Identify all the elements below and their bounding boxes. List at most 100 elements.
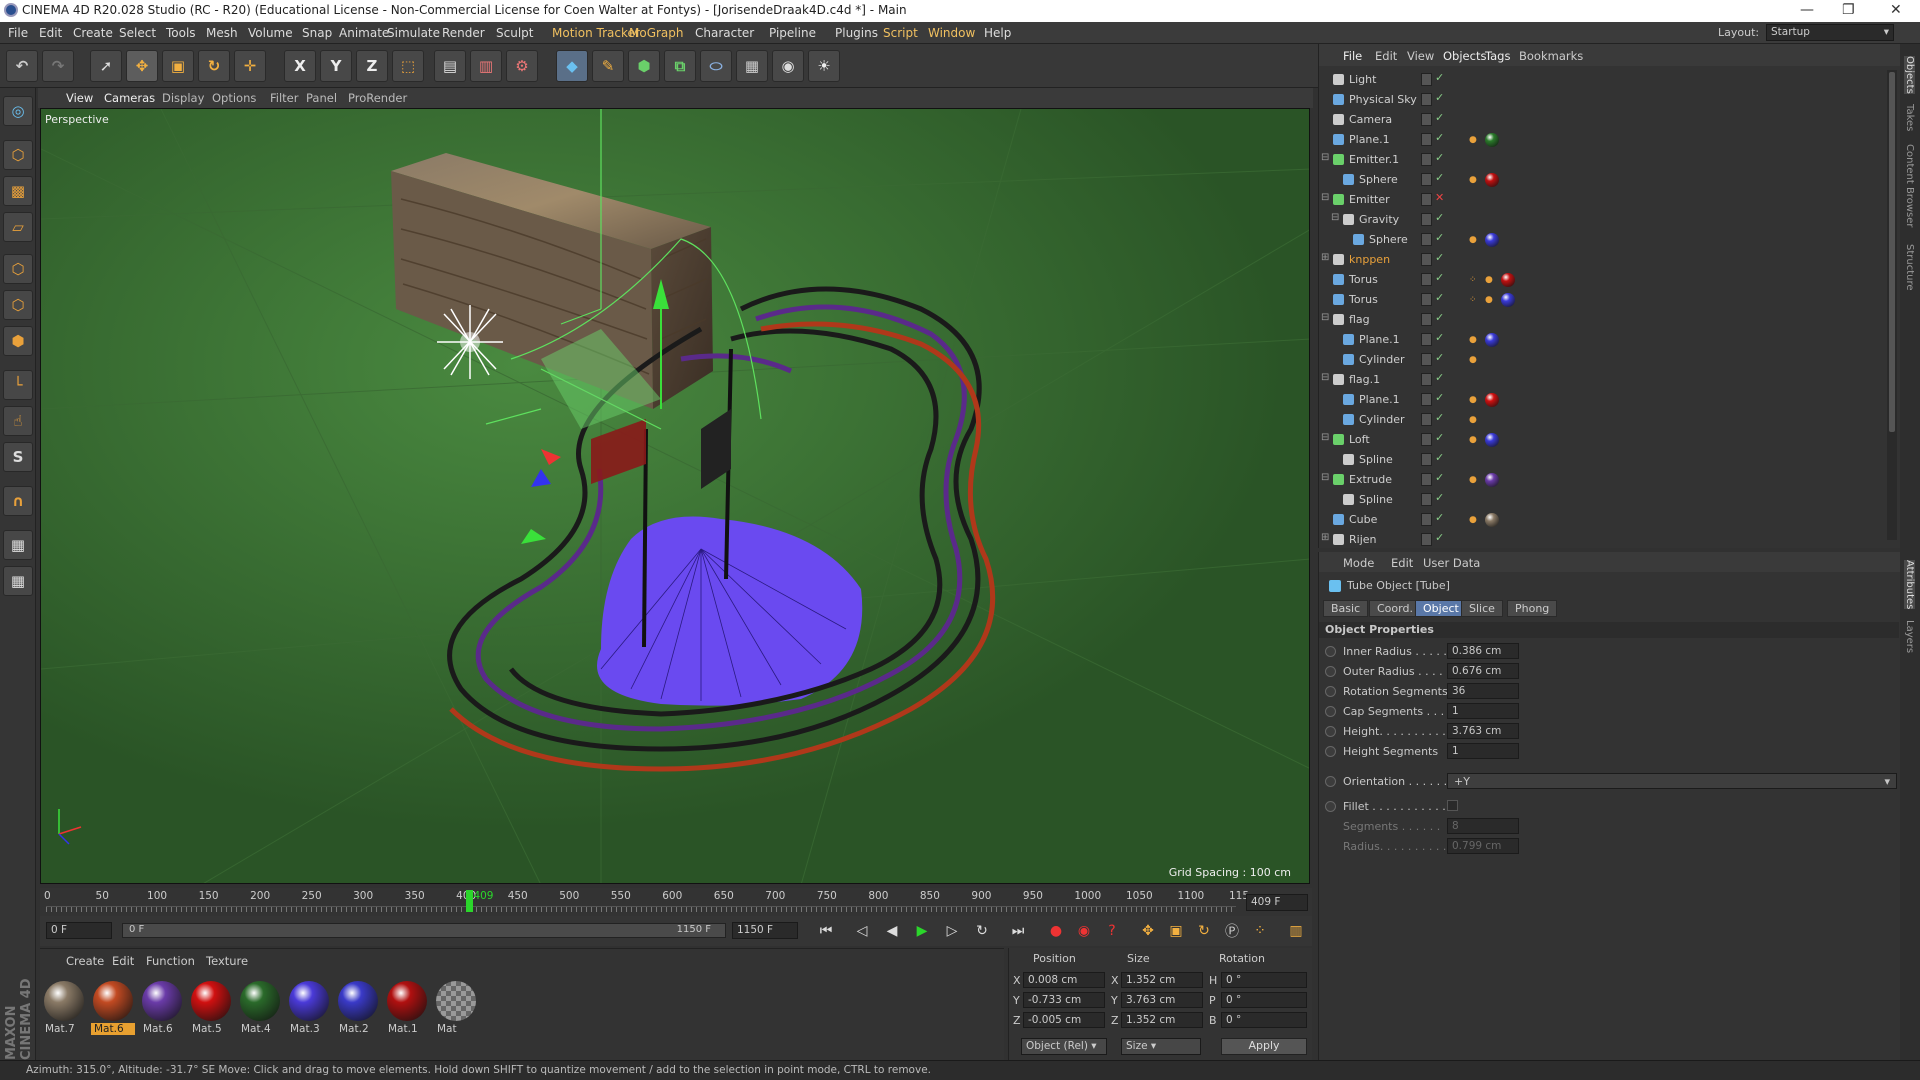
expand-toggle-icon[interactable]: ⊟: [1331, 212, 1339, 223]
layer-visibility-icon[interactable]: [1421, 393, 1432, 406]
object-row[interactable]: Cylinder ✓ ●: [1319, 410, 1884, 430]
object-name[interactable]: Spline: [1359, 453, 1393, 466]
viewport-menu-cameras[interactable]: Cameras: [104, 91, 155, 105]
menu-character[interactable]: Character: [695, 26, 754, 40]
side-tab-layers[interactable]: Layers: [1904, 620, 1915, 653]
menu-mesh[interactable]: Mesh: [206, 26, 238, 40]
selection-tag-icon[interactable]: ⁘: [1469, 295, 1477, 305]
previous-frame-button[interactable]: ◀: [880, 920, 904, 942]
apply-button[interactable]: Apply: [1221, 1038, 1307, 1055]
object-row[interactable]: ⊟ flag ✓: [1319, 310, 1884, 330]
phong-tag-icon[interactable]: ●: [1469, 355, 1477, 365]
object-manager-menu-objects[interactable]: Objects: [1443, 49, 1486, 63]
side-tab-objects[interactable]: Objects: [1904, 56, 1915, 94]
menu-snap[interactable]: Snap: [302, 26, 332, 40]
menu-script[interactable]: Script: [883, 26, 918, 40]
object-name[interactable]: Physical Sky: [1349, 93, 1417, 106]
object-name[interactable]: Rijen: [1349, 533, 1377, 546]
enabled-check-icon[interactable]: ✓: [1435, 511, 1444, 524]
quantize-button[interactable]: ▦: [3, 566, 33, 596]
object-row[interactable]: ⊟ Loft ✓ ●: [1319, 430, 1884, 450]
rotate-tool-button[interactable]: ↻: [198, 50, 230, 82]
key-parameter-button[interactable]: Ⓟ: [1220, 920, 1244, 942]
menu-simulate[interactable]: Simulate: [387, 26, 440, 40]
size-x-field[interactable]: 1.352 cm: [1121, 972, 1203, 988]
size-y-field[interactable]: 3.763 cm: [1121, 992, 1203, 1008]
enabled-check-icon[interactable]: ✓: [1435, 411, 1444, 424]
material-tag-icon[interactable]: [1501, 273, 1515, 287]
enabled-check-icon[interactable]: ✓: [1435, 111, 1444, 124]
light-button[interactable]: ☀: [808, 50, 840, 82]
enabled-check-icon[interactable]: ✓: [1435, 71, 1444, 84]
menu-select[interactable]: Select: [119, 26, 156, 40]
radius-field[interactable]: 0.799 cm: [1447, 838, 1519, 854]
axis-mode-button[interactable]: └: [3, 370, 33, 400]
layer-visibility-icon[interactable]: [1421, 313, 1432, 326]
object-name[interactable]: Cylinder: [1359, 353, 1405, 366]
layer-visibility-icon[interactable]: [1421, 373, 1432, 386]
viewport-menu-prorender[interactable]: ProRender: [348, 91, 407, 105]
key-pla-button[interactable]: ⁘: [1248, 920, 1272, 942]
key-rotation-button[interactable]: ↻: [1192, 920, 1216, 942]
attribute-menu-mode[interactable]: Mode: [1343, 556, 1374, 570]
segments-field[interactable]: 8: [1447, 818, 1519, 834]
object-row[interactable]: Plane.1 ✓ ●: [1319, 130, 1884, 150]
enabled-check-icon[interactable]: ✓: [1435, 291, 1444, 304]
cloner-button[interactable]: ⧉: [664, 50, 696, 82]
disabled-x-icon[interactable]: ✕: [1435, 191, 1444, 204]
menu-mograph[interactable]: MoGraph: [629, 26, 684, 40]
scale-tool-button[interactable]: ▣: [162, 50, 194, 82]
layer-visibility-icon[interactable]: [1421, 473, 1432, 486]
object-name[interactable]: Torus: [1349, 293, 1378, 306]
material-tag-icon[interactable]: [1485, 333, 1499, 347]
object-row[interactable]: Cube ✓ ●: [1319, 510, 1884, 530]
timeline[interactable]: 0501001502002503003504004094505005506006…: [40, 888, 1312, 916]
menu-volume[interactable]: Volume: [248, 26, 293, 40]
phong-tag-icon[interactable]: ●: [1469, 475, 1477, 485]
close-icon[interactable]: ✕: [1890, 2, 1902, 18]
object-row[interactable]: Camera ✓: [1319, 110, 1884, 130]
object-name[interactable]: Spline: [1359, 493, 1393, 506]
material-tag-icon[interactable]: [1501, 293, 1515, 307]
object-row[interactable]: Cylinder ✓ ●: [1319, 350, 1884, 370]
object-row[interactable]: ⊞ knppen ✓: [1319, 250, 1884, 270]
viewport-menu-filter[interactable]: Filter: [270, 91, 298, 105]
phong-tag-icon[interactable]: ●: [1469, 235, 1477, 245]
menu-pipeline[interactable]: Pipeline: [769, 26, 816, 40]
layer-visibility-icon[interactable]: [1421, 293, 1432, 306]
solo-button[interactable]: S: [3, 442, 33, 472]
menu-file[interactable]: File: [8, 26, 28, 40]
object-row[interactable]: Plane.1 ✓ ●: [1319, 390, 1884, 410]
property-value-field[interactable]: 0.676 cm: [1447, 663, 1519, 679]
layer-visibility-icon[interactable]: [1421, 93, 1432, 106]
enabled-check-icon[interactable]: ✓: [1435, 351, 1444, 364]
coordinate-mode-select[interactable]: Object (Rel) ▾: [1021, 1038, 1107, 1055]
phong-tag-icon[interactable]: ●: [1469, 515, 1477, 525]
select-tool-button[interactable]: ➚: [90, 50, 122, 82]
property-animate-icon[interactable]: [1325, 646, 1336, 657]
material-swatch[interactable]: Mat.2: [336, 979, 380, 1041]
material-tag-icon[interactable]: [1485, 133, 1499, 147]
enabled-check-icon[interactable]: ✓: [1435, 431, 1444, 444]
property-value-field[interactable]: 3.763 cm: [1447, 723, 1519, 739]
object-row[interactable]: Plane.1 ✓ ●: [1319, 330, 1884, 350]
layer-visibility-icon[interactable]: [1421, 273, 1432, 286]
object-row[interactable]: ⊞ Rijen ✓: [1319, 530, 1884, 546]
subdivision-surface-button[interactable]: ⬢: [628, 50, 660, 82]
menu-tools[interactable]: Tools: [166, 26, 196, 40]
timeline-options-button[interactable]: ▥: [1284, 920, 1308, 942]
phong-tag-icon[interactable]: ●: [1469, 415, 1477, 425]
fillet-animate-icon[interactable]: [1325, 801, 1336, 812]
property-value-field[interactable]: 36: [1447, 683, 1519, 699]
object-name[interactable]: Light: [1349, 73, 1376, 86]
tweak-mode-button[interactable]: ☝: [3, 406, 33, 436]
polygons-mode-button[interactable]: ⬢: [3, 326, 33, 356]
expand-toggle-icon[interactable]: ⊟: [1321, 312, 1329, 323]
move-tool-button[interactable]: ✥: [126, 50, 158, 82]
go-to-start-button[interactable]: ⏮: [814, 920, 838, 942]
key-scale-button[interactable]: ▣: [1164, 920, 1188, 942]
render-settings-button[interactable]: ⚙: [506, 50, 538, 82]
size-mode-select[interactable]: Size ▾: [1121, 1038, 1201, 1055]
phong-tag-icon[interactable]: ●: [1469, 335, 1477, 345]
attribute-menu-user-data[interactable]: User Data: [1423, 556, 1480, 570]
